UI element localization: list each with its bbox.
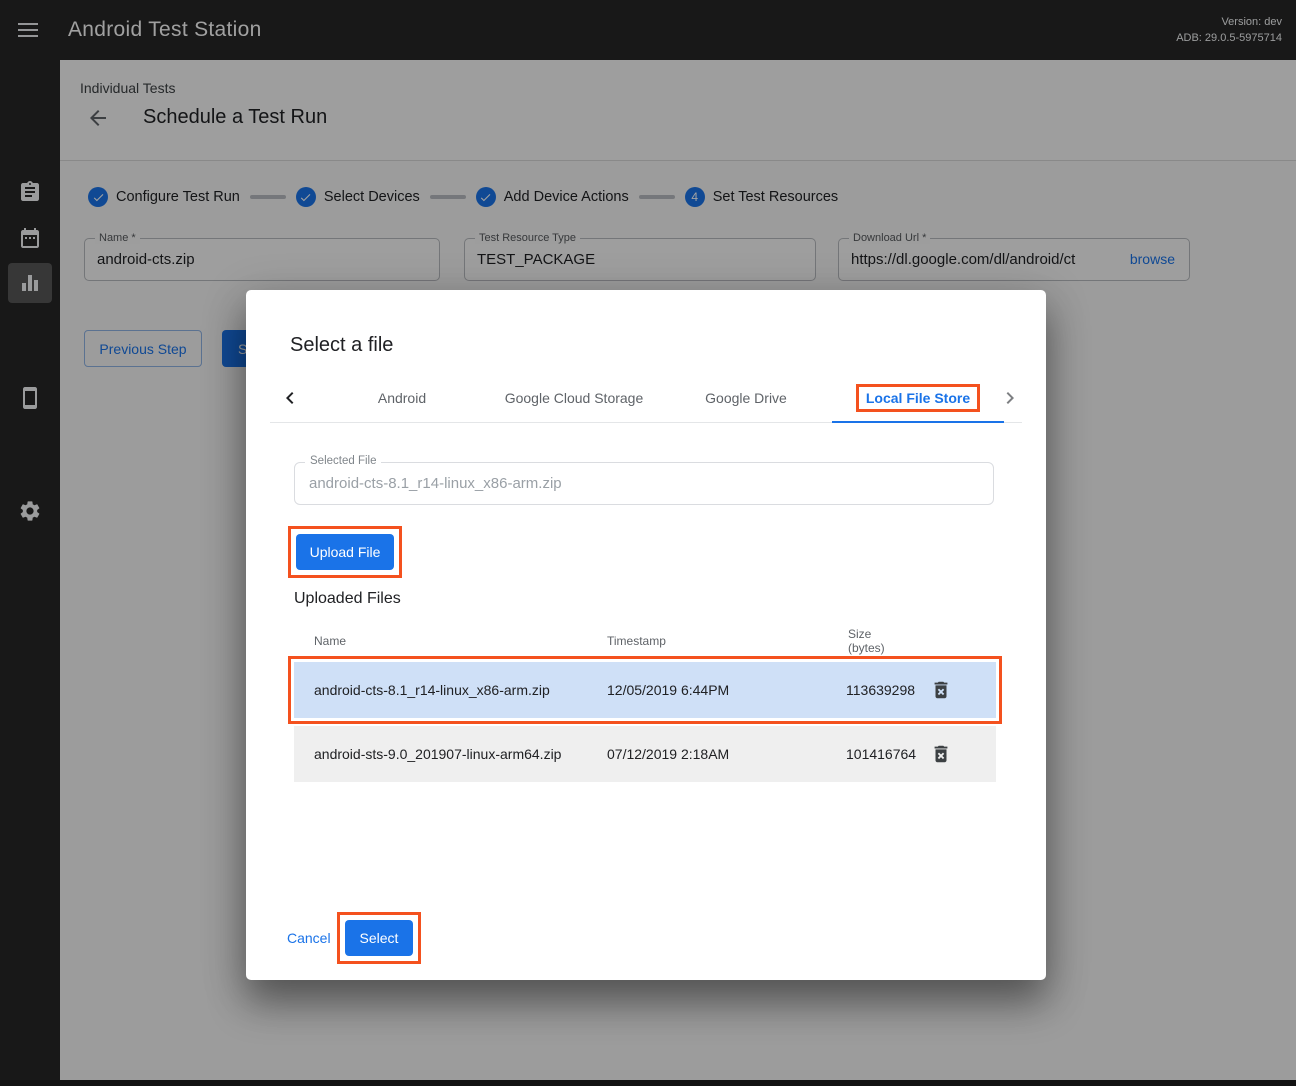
tab-google-cloud-storage[interactable]: Google Cloud Storage xyxy=(488,374,660,422)
selected-file-input[interactable]: Selected File android-cts-8.1_r14-linux_… xyxy=(294,462,994,505)
selected-file-label: Selected File xyxy=(305,455,381,467)
window-bottom-edge xyxy=(0,1080,1296,1086)
column-header-name: Name xyxy=(294,634,587,648)
tabs-scroll-right-icon[interactable] xyxy=(998,386,1022,410)
timestamp-cell: 12/05/2019 6:44PM xyxy=(587,682,830,698)
select-file-dialog: Select a file Android Google Cloud Stora… xyxy=(246,290,1046,980)
column-header-size: Size (bytes) xyxy=(830,627,926,655)
size-cell: 113639298 xyxy=(830,682,926,698)
uploaded-files-table: Name Timestamp Size (bytes) android-cts-… xyxy=(294,620,996,782)
delete-file-button[interactable] xyxy=(930,678,954,702)
active-tab-underline xyxy=(832,421,1004,423)
table-header-row: Name Timestamp Size (bytes) xyxy=(294,620,996,662)
upload-file-button[interactable]: Upload File xyxy=(296,534,394,570)
table-row[interactable]: android-sts-9.0_201907-linux-arm64.zip 0… xyxy=(294,726,996,782)
annotation-box: Local File Store xyxy=(856,384,980,412)
annotation-box: Upload File xyxy=(288,526,402,578)
tab-google-drive[interactable]: Google Drive xyxy=(660,374,832,422)
column-header-timestamp: Timestamp xyxy=(587,634,830,648)
dialog-title: Select a file xyxy=(290,334,393,357)
tabs-scroll-left-icon[interactable] xyxy=(278,386,302,410)
file-source-tabs: Android Google Cloud Storage Google Driv… xyxy=(270,374,1022,423)
file-name-cell: android-sts-9.0_201907-linux-arm64.zip xyxy=(294,746,587,762)
select-button[interactable]: Select xyxy=(345,920,413,956)
size-cell: 101416764 xyxy=(830,746,926,762)
uploaded-files-heading: Uploaded Files xyxy=(294,590,401,608)
trash-icon xyxy=(930,679,954,701)
tab-android[interactable]: Android xyxy=(316,374,488,422)
selected-file-value: android-cts-8.1_r14-linux_x86-arm.zip xyxy=(295,463,993,504)
trash-icon xyxy=(930,743,954,765)
annotation-box: Select xyxy=(337,912,421,964)
cancel-button[interactable]: Cancel xyxy=(287,920,331,956)
delete-file-button[interactable] xyxy=(930,742,954,766)
tab-local-file-store[interactable]: Local File Store xyxy=(832,374,1004,422)
table-row[interactable]: android-cts-8.1_r14-linux_x86-arm.zip 12… xyxy=(294,662,996,718)
timestamp-cell: 07/12/2019 2:18AM xyxy=(587,746,830,762)
file-name-cell: android-cts-8.1_r14-linux_x86-arm.zip xyxy=(294,682,587,698)
